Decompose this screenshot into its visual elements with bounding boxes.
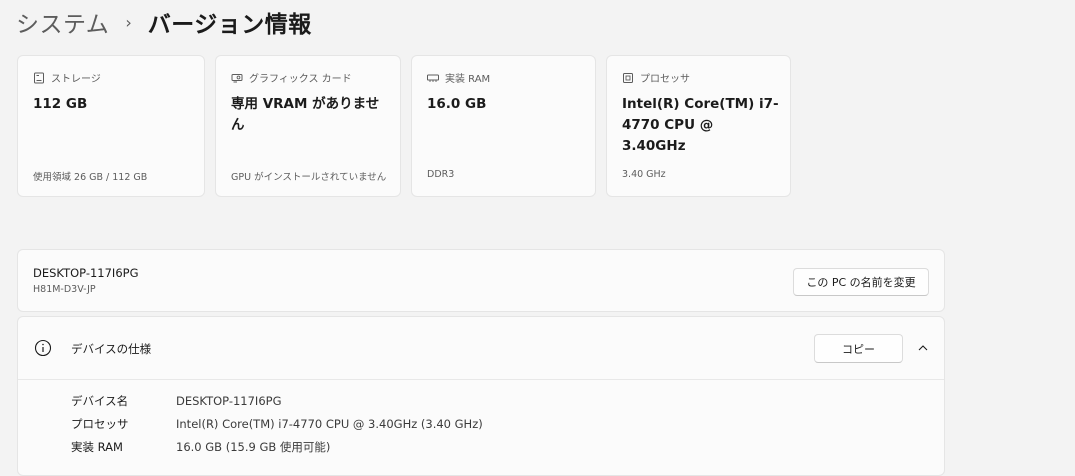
hardware-summary-cards: ストレージ 112 GB 使用領域 26 GB / 112 GB グラフィックス… — [17, 55, 791, 197]
spec-value: DESKTOP-117I6PG — [176, 393, 282, 408]
device-name: DESKTOP-117I6PG — [33, 266, 139, 280]
device-specifications-title: デバイスの仕様 — [71, 342, 152, 356]
graphics-card-value: 専用 VRAM がありません — [231, 96, 380, 133]
storage-label: ストレージ — [51, 74, 101, 85]
graphics-card-icon — [231, 73, 243, 82]
graphics-card-card: グラフィックス カード 専用 VRAM がありません GPU がインストールされ… — [215, 55, 401, 197]
spec-value: 16.0 GB (15.9 GB 使用可能) — [176, 439, 331, 454]
processor-speed: 3.40 GHz — [622, 169, 666, 180]
device-name-panel: DESKTOP-117I6PG H81M-D3V-JP この PC の名前を変更 — [17, 249, 945, 312]
ram-type: DDR3 — [427, 169, 455, 180]
spec-value: Intel(R) Core(TM) i7-4770 CPU @ 3.40GHz … — [176, 416, 483, 431]
device-model: H81M-D3V-JP — [33, 284, 96, 295]
processor-icon — [623, 72, 633, 83]
storage-value: 112 GB — [33, 96, 88, 112]
storage-icon — [34, 72, 44, 83]
device-specifications-header[interactable]: デバイスの仕様 コピー — [18, 317, 944, 380]
copy-button[interactable]: コピー — [814, 334, 903, 363]
breadcrumb-system[interactable]: システム — [16, 5, 109, 39]
device-specifications-panel: デバイスの仕様 コピー デバイス名 DESKTOP-117I6PG プロセッサ … — [17, 316, 945, 476]
spec-key: プロセッサ — [71, 416, 129, 431]
ram-card: 実装 RAM 16.0 GB DDR3 — [411, 55, 596, 197]
spec-row-device-name: デバイス名 DESKTOP-117I6PG — [71, 389, 483, 412]
page-title: バージョン情報 — [147, 12, 312, 38]
chevron-up-icon[interactable] — [916, 341, 930, 355]
ram-icon — [427, 74, 439, 82]
ram-label: 実装 RAM — [445, 74, 491, 85]
processor-value: Intel(R) Core(TM) i7-4770 CPU @ 3.40GHz — [622, 96, 779, 154]
info-icon — [34, 339, 52, 357]
spec-key: デバイス名 — [71, 393, 129, 408]
spec-row-processor: プロセッサ Intel(R) Core(TM) i7-4770 CPU @ 3.… — [71, 412, 483, 435]
ram-value: 16.0 GB — [427, 96, 487, 112]
specifications-list: デバイス名 DESKTOP-117I6PG プロセッサ Intel(R) Cor… — [71, 389, 483, 458]
spec-key: 実装 RAM — [71, 439, 123, 454]
graphics-card-status: GPU がインストールされていません — [231, 172, 387, 183]
storage-usage: 使用領域 26 GB / 112 GB — [33, 172, 148, 183]
graphics-card-label: グラフィックス カード — [249, 74, 352, 85]
processor-label: プロセッサ — [640, 74, 690, 85]
breadcrumb: システム › バージョン情報 — [16, 4, 312, 40]
processor-card: プロセッサ Intel(R) Core(TM) i7-4770 CPU @ 3.… — [606, 55, 791, 197]
breadcrumb-separator-icon: › — [125, 12, 132, 32]
rename-pc-button[interactable]: この PC の名前を変更 — [793, 268, 929, 296]
spec-row-ram: 実装 RAM 16.0 GB (15.9 GB 使用可能) — [71, 435, 483, 458]
storage-card: ストレージ 112 GB 使用領域 26 GB / 112 GB — [17, 55, 205, 197]
